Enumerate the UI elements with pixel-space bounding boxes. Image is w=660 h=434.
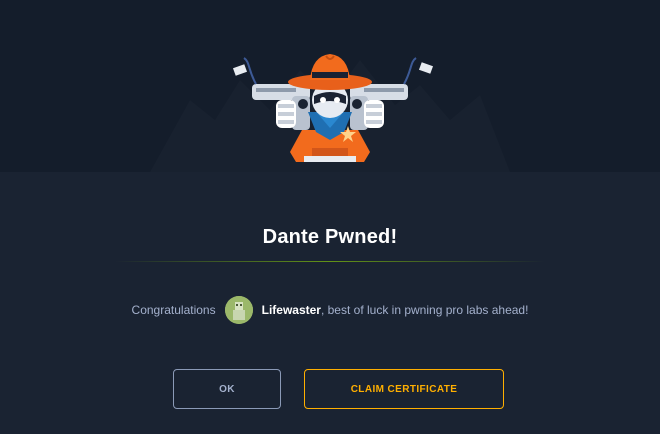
username: Lifewaster — [261, 303, 321, 317]
dialog-title: Dante Pwned! — [262, 226, 398, 248]
pwned-dialog: Dante Pwned! Congratulations Lifewaster … — [0, 0, 660, 434]
claim-certificate-button[interactable]: CLAIM CERTIFICATE — [304, 369, 504, 409]
cowboy-mascot-icon — [150, 54, 510, 172]
message-suffix: , best of luck in pwning pro labs ahead! — [320, 303, 529, 317]
message-prefix: Congratulations — [131, 303, 216, 317]
ok-button[interactable]: OK — [173, 369, 281, 409]
banner — [0, 0, 660, 172]
congratulations-message: Congratulations Lifewaster , best of luc… — [0, 294, 660, 326]
user-avatar-icon — [224, 296, 253, 324]
title-divider — [115, 261, 545, 262]
